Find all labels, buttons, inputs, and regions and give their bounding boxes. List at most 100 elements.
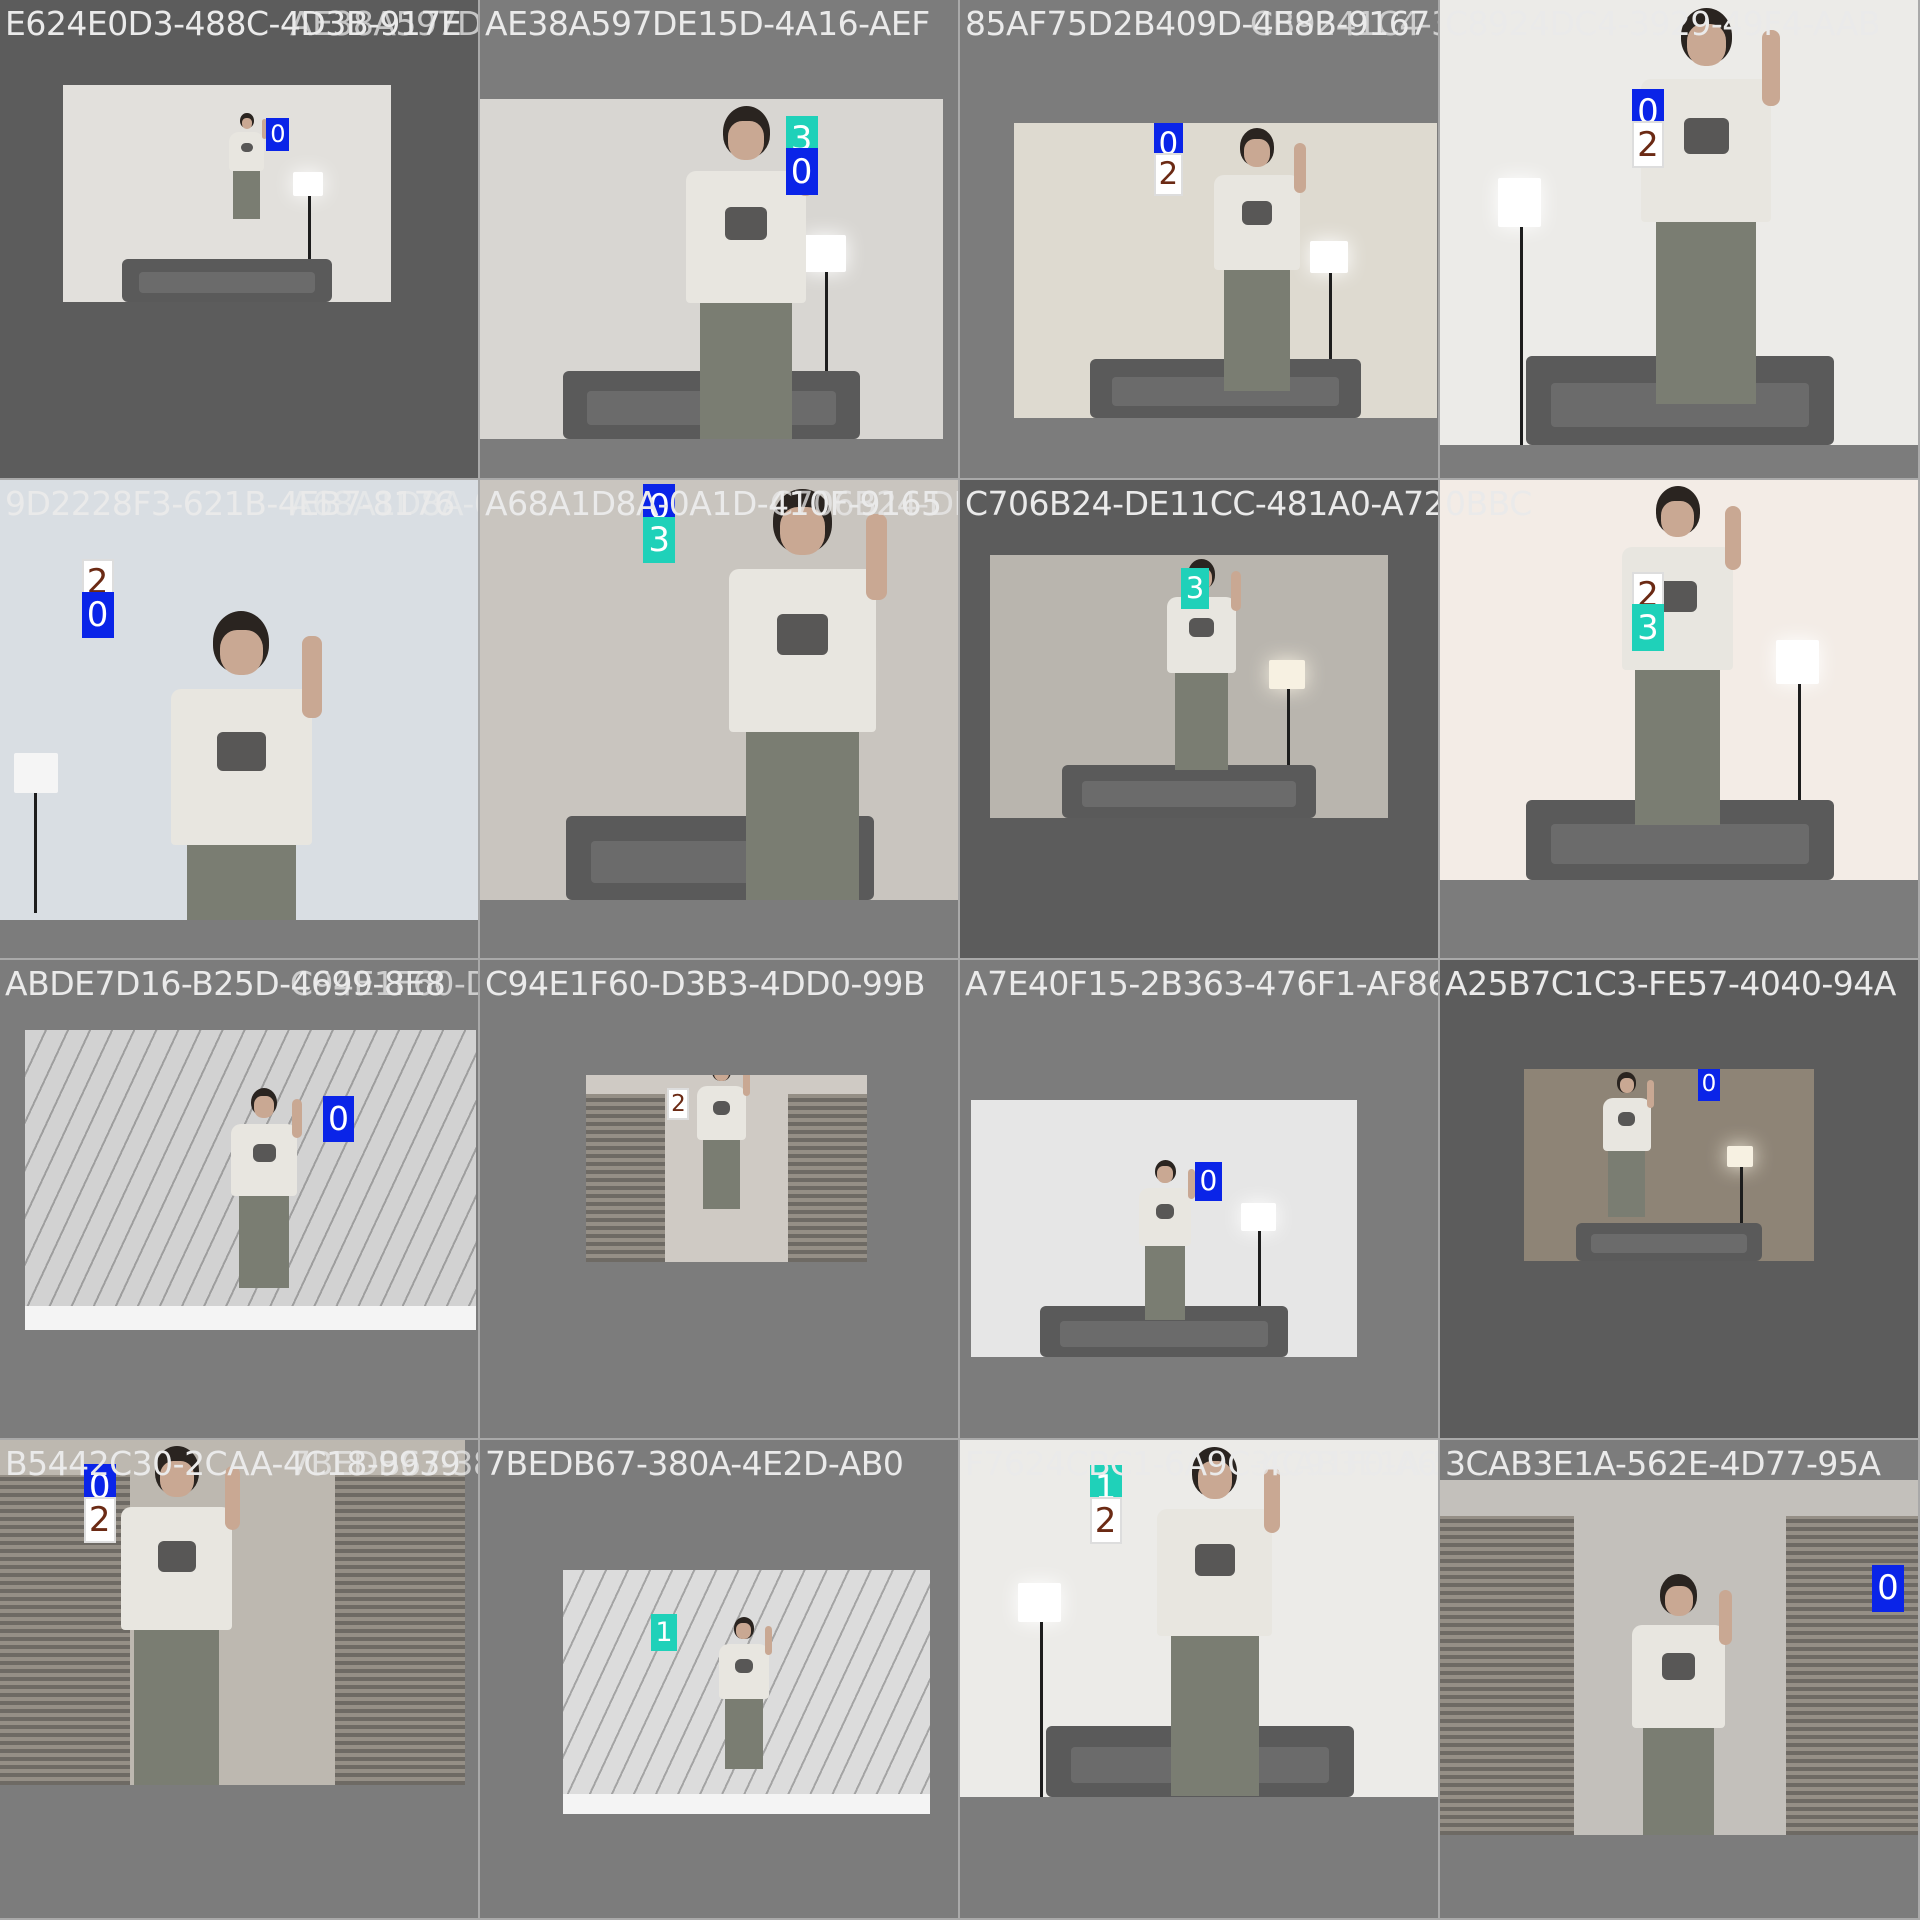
camera-frame <box>0 1440 465 1785</box>
raised-arm <box>1647 1080 1654 1108</box>
shirt-print <box>1658 580 1697 612</box>
cell-title: C706B24-DE11CC-481A0-A72 <box>965 484 1440 523</box>
shirt-print <box>1155 1204 1175 1219</box>
camera-frame <box>1524 1069 1814 1261</box>
grid-cell[interactable]: 2 C94E1F60-D3B3-4DD0-99B <box>480 960 960 1440</box>
pants <box>134 1629 220 1785</box>
pants <box>1642 1728 1715 1835</box>
pants <box>187 845 296 920</box>
pants <box>1608 1150 1646 1218</box>
cell-title: A7E40F15-2B363-476F1-AF86 <box>965 964 1440 1003</box>
camera-frame <box>1440 1480 1918 1835</box>
detection-label: 0 <box>1698 1069 1720 1101</box>
image-grid: 0E624E0D3-488C-4D3B-917EAE38A597DE15D-4A… <box>0 0 1920 1920</box>
table <box>563 1794 930 1814</box>
shirt-print <box>1618 1112 1636 1126</box>
slatted-wall <box>586 1093 665 1262</box>
detection-label: 1 <box>651 1613 677 1652</box>
grid-cell[interactable]: 0 A25B7C1C3-FE57-4040-94A <box>1440 960 1920 1440</box>
cell-title: AE38A597DE15D-4A16-AEF <box>485 4 930 43</box>
pants <box>1656 222 1757 404</box>
person <box>691 480 914 900</box>
cell-title: 3CAB3E1A-562E-4D77-95A <box>1445 1444 1881 1483</box>
grid-cell[interactable]: 209D2228F3-621B-4EB7-8176A68A1D8A-0A1D-4… <box>0 480 480 960</box>
shirt-print <box>216 731 267 772</box>
lamp-pole <box>34 792 38 913</box>
detection-label: 2 <box>667 1088 690 1120</box>
detection-label: 0 <box>81 591 114 639</box>
cell-title: C94E1F60-D3B3-4DD0-99B <box>485 964 926 1003</box>
lamp-pole <box>1519 227 1523 445</box>
shirt-print <box>725 207 767 241</box>
detection-label: 0 <box>266 117 290 151</box>
face <box>1660 500 1695 537</box>
grid-cell[interactable]: 02B5442C30-2CAA-4C18-99397BEDB67-380A-4E… <box>0 1440 480 1920</box>
face <box>254 1096 274 1118</box>
detection-label: 0 <box>322 1096 355 1142</box>
lamp-shade <box>14 752 59 793</box>
face <box>1664 1586 1693 1617</box>
camera-frame <box>586 1075 867 1262</box>
grid-cell[interactable]: 0 2 C8924DC4-3929-49F4-AAB <box>1440 0 1920 480</box>
cell-title-overlap: 3CAB3E1A-562E-4D77-95A <box>1250 1444 1438 1483</box>
grid-cell[interactable]: 1 7BEDB67-380A-4E2D-AB0 <box>480 1440 960 1920</box>
cell-title: C8924DC4-3929-49F4-AAB <box>1445 4 1881 43</box>
pants <box>238 1196 290 1289</box>
raised-arm <box>765 1625 773 1655</box>
cell-title: 7BEDB67-380A-4E2D-AB0 <box>485 1444 904 1483</box>
camera-frame <box>971 1100 1357 1357</box>
shirt-print <box>1194 1544 1235 1577</box>
person <box>1128 1440 1302 1797</box>
lamp-shade <box>1727 1145 1753 1167</box>
pants <box>1223 270 1290 391</box>
detection-label: 3 <box>1181 568 1209 609</box>
grid-cell[interactable]: 2 3 0BBC <box>1440 480 1920 960</box>
cell-title-overlap: AE38A597DE15D-4A16-AEF <box>290 4 480 43</box>
pants <box>1634 669 1721 825</box>
face <box>241 117 253 129</box>
face <box>220 629 263 676</box>
raised-arm <box>1725 505 1741 571</box>
cell-title: A25B7C1C3-FE57-4040-94A <box>1445 964 1896 1003</box>
shirt-print <box>1189 617 1214 638</box>
camera-frame <box>563 1570 930 1814</box>
grid-cell[interactable]: 12F7624CBC1-6A9C-4C91F0-A6343CAB3E1A-562… <box>960 1440 1440 1920</box>
lamp-shade <box>1241 1202 1277 1231</box>
face <box>1243 139 1270 167</box>
pants <box>233 170 261 220</box>
camera-frame <box>960 1440 1438 1797</box>
sofa <box>122 258 332 302</box>
cell-title-overlap: CB9241C4-3929-49F4-AAB <box>1250 4 1438 43</box>
grid-cell[interactable]: 0 A7E40F15-2B363-476F1-AF86 <box>960 960 1440 1440</box>
detection-label: 2 <box>83 1496 116 1543</box>
raised-arm <box>302 636 322 719</box>
raised-arm <box>292 1099 302 1138</box>
shirt-print <box>240 142 253 153</box>
grid-cell[interactable]: 3 0 AE38A597DE15D-4A16-AEF <box>480 0 960 480</box>
shirt-print <box>252 1143 276 1163</box>
cell-title-overlap: C94E1F60-D3B3-4DD0-99B <box>290 964 478 1003</box>
face <box>728 121 765 160</box>
raised-arm <box>865 514 887 600</box>
shirt-print <box>1241 201 1272 226</box>
person <box>1608 1569 1749 1835</box>
raised-arm <box>742 1075 750 1097</box>
grid-cell[interactable]: 0ABDE7D16-B25D-4699-8E8C94E1F60-D3B3-4DD… <box>0 960 480 1440</box>
camera-frame <box>25 1030 476 1330</box>
detection-label: 2 <box>1089 1497 1122 1544</box>
pants <box>724 1699 764 1769</box>
grid-cell[interactable]: 3 C706B24-DE11CC-481A0-A72 <box>960 480 1440 960</box>
grid-cell[interactable]: 0285AF75D2B409D-4E8B-9167CB9241C4-3929-4… <box>960 0 1440 480</box>
face <box>714 1075 729 1082</box>
detection-label: 2 <box>1153 153 1184 196</box>
lamp-shade <box>1268 660 1305 690</box>
grid-cell[interactable]: 03A68A1D8A-0A1D-410F-9165C706B24-DE11CC-… <box>480 480 960 960</box>
grid-cell[interactable]: 0 3CAB3E1A-562E-4D77-95A <box>1440 1440 1920 1920</box>
pants <box>1144 1246 1186 1320</box>
raised-arm <box>1293 143 1306 194</box>
lamp-shade <box>292 171 323 196</box>
pants <box>700 302 792 439</box>
grid-cell[interactable]: 0E624E0D3-488C-4D3B-917EAE38A597DE15D-4A… <box>0 0 480 480</box>
shirt-print <box>712 1100 731 1115</box>
person <box>1125 1157 1205 1340</box>
